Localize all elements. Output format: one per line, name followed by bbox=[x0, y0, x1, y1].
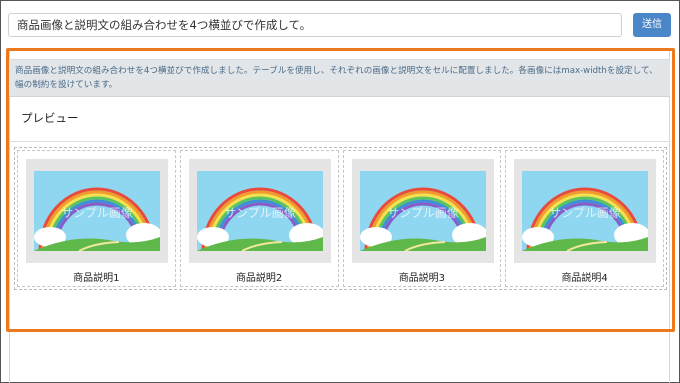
highlight-box bbox=[6, 48, 675, 332]
prompt-input[interactable]: 商品画像と説明文の組み合わせを4つ横並びで作成して。 bbox=[8, 13, 622, 37]
send-button[interactable]: 送信 bbox=[633, 13, 671, 37]
